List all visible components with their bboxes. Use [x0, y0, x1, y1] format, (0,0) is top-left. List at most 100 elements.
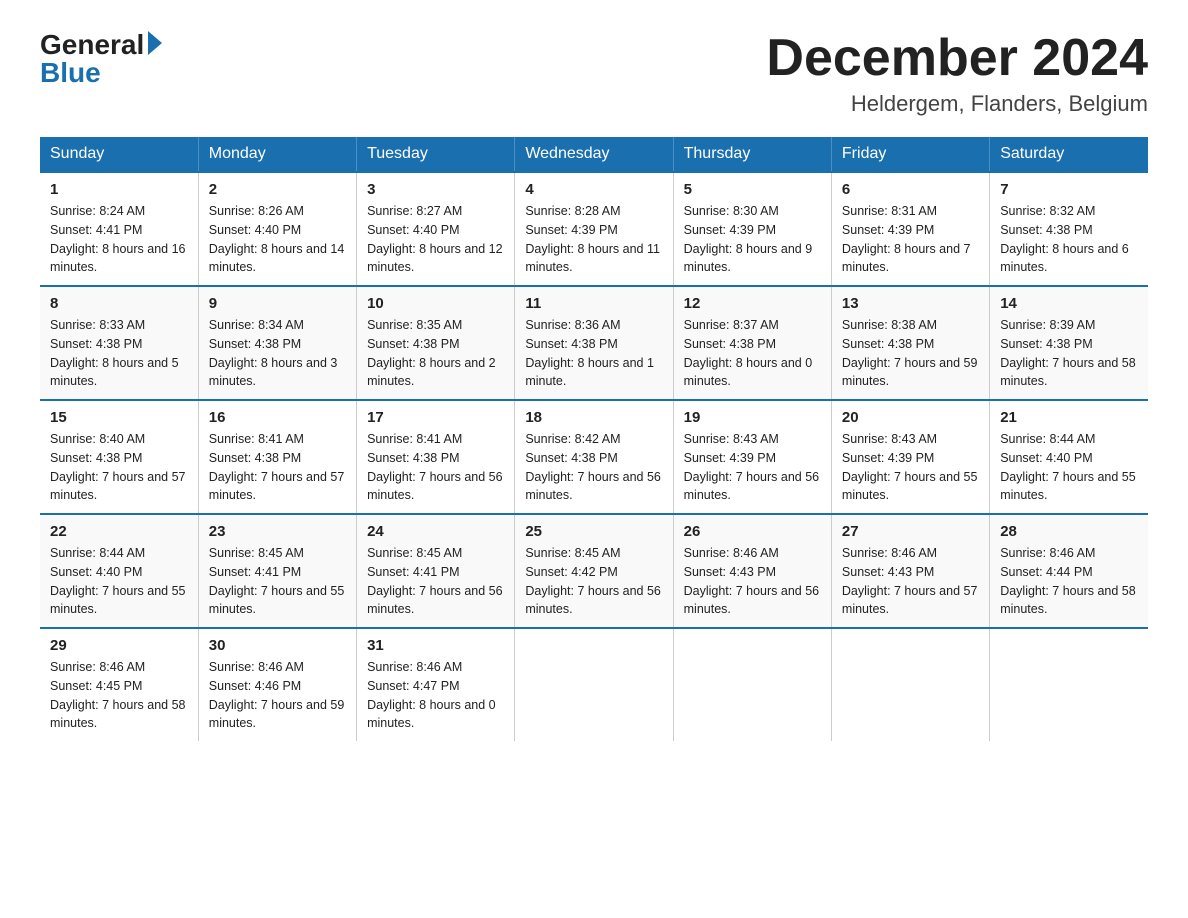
daylight-label: Daylight: 8 hours and 9 minutes. [684, 242, 813, 275]
calendar-table: Sunday Monday Tuesday Wednesday Thursday… [40, 137, 1148, 741]
day-number: 14 [1000, 295, 1138, 312]
day-info: Sunrise: 8:43 AM Sunset: 4:39 PM Dayligh… [842, 430, 979, 505]
day-number: 10 [367, 295, 504, 312]
day-info: Sunrise: 8:32 AM Sunset: 4:38 PM Dayligh… [1000, 202, 1138, 277]
sunset-label: Sunset: 4:45 PM [50, 679, 142, 693]
day-number: 21 [1000, 409, 1138, 426]
header-saturday: Saturday [990, 137, 1148, 172]
day-number: 9 [209, 295, 346, 312]
calendar-day-cell: 3 Sunrise: 8:27 AM Sunset: 4:40 PM Dayli… [357, 172, 515, 286]
calendar-day-cell: 16 Sunrise: 8:41 AM Sunset: 4:38 PM Dayl… [198, 400, 356, 514]
sunrise-label: Sunrise: 8:45 AM [209, 546, 304, 560]
daylight-label: Daylight: 7 hours and 55 minutes. [1000, 470, 1136, 503]
daylight-label: Daylight: 7 hours and 55 minutes. [209, 584, 345, 617]
sunset-label: Sunset: 4:46 PM [209, 679, 301, 693]
sunset-label: Sunset: 4:38 PM [209, 451, 301, 465]
sunrise-label: Sunrise: 8:43 AM [684, 432, 779, 446]
sunset-label: Sunset: 4:39 PM [842, 223, 934, 237]
calendar-day-cell: 6 Sunrise: 8:31 AM Sunset: 4:39 PM Dayli… [831, 172, 989, 286]
sunset-label: Sunset: 4:43 PM [842, 565, 934, 579]
logo-arrow-icon [148, 31, 162, 55]
day-number: 18 [525, 409, 662, 426]
day-info: Sunrise: 8:46 AM Sunset: 4:43 PM Dayligh… [842, 544, 979, 619]
sunrise-label: Sunrise: 8:46 AM [367, 660, 462, 674]
daylight-label: Daylight: 7 hours and 56 minutes. [684, 584, 820, 617]
sunrise-label: Sunrise: 8:45 AM [525, 546, 620, 560]
day-info: Sunrise: 8:33 AM Sunset: 4:38 PM Dayligh… [50, 316, 188, 391]
logo: General Blue [40, 30, 162, 89]
day-info: Sunrise: 8:31 AM Sunset: 4:39 PM Dayligh… [842, 202, 979, 277]
sunset-label: Sunset: 4:41 PM [367, 565, 459, 579]
calendar-day-cell: 15 Sunrise: 8:40 AM Sunset: 4:38 PM Dayl… [40, 400, 198, 514]
calendar-day-cell: 12 Sunrise: 8:37 AM Sunset: 4:38 PM Dayl… [673, 286, 831, 400]
calendar-day-cell: 2 Sunrise: 8:26 AM Sunset: 4:40 PM Dayli… [198, 172, 356, 286]
day-info: Sunrise: 8:46 AM Sunset: 4:43 PM Dayligh… [684, 544, 821, 619]
day-number: 12 [684, 295, 821, 312]
day-info: Sunrise: 8:46 AM Sunset: 4:45 PM Dayligh… [50, 658, 188, 733]
sunrise-label: Sunrise: 8:41 AM [209, 432, 304, 446]
day-number: 13 [842, 295, 979, 312]
calendar-day-cell: 30 Sunrise: 8:46 AM Sunset: 4:46 PM Dayl… [198, 628, 356, 741]
calendar-day-cell: 21 Sunrise: 8:44 AM Sunset: 4:40 PM Dayl… [990, 400, 1148, 514]
sunrise-label: Sunrise: 8:36 AM [525, 318, 620, 332]
daylight-label: Daylight: 7 hours and 59 minutes. [209, 698, 345, 731]
sunset-label: Sunset: 4:39 PM [525, 223, 617, 237]
sunset-label: Sunset: 4:38 PM [50, 337, 142, 351]
calendar-day-cell: 1 Sunrise: 8:24 AM Sunset: 4:41 PM Dayli… [40, 172, 198, 286]
day-info: Sunrise: 8:46 AM Sunset: 4:44 PM Dayligh… [1000, 544, 1138, 619]
calendar-day-cell: 29 Sunrise: 8:46 AM Sunset: 4:45 PM Dayl… [40, 628, 198, 741]
day-number: 29 [50, 637, 188, 654]
calendar-day-cell: 22 Sunrise: 8:44 AM Sunset: 4:40 PM Dayl… [40, 514, 198, 628]
day-info: Sunrise: 8:46 AM Sunset: 4:47 PM Dayligh… [367, 658, 504, 733]
daylight-label: Daylight: 7 hours and 55 minutes. [50, 584, 186, 617]
daylight-label: Daylight: 8 hours and 7 minutes. [842, 242, 971, 275]
day-info: Sunrise: 8:39 AM Sunset: 4:38 PM Dayligh… [1000, 316, 1138, 391]
calendar-day-cell [515, 628, 673, 741]
sunset-label: Sunset: 4:39 PM [684, 223, 776, 237]
daylight-label: Daylight: 8 hours and 16 minutes. [50, 242, 186, 275]
day-number: 30 [209, 637, 346, 654]
daylight-label: Daylight: 7 hours and 59 minutes. [842, 356, 978, 389]
sunrise-label: Sunrise: 8:46 AM [209, 660, 304, 674]
sunset-label: Sunset: 4:44 PM [1000, 565, 1092, 579]
day-number: 24 [367, 523, 504, 540]
day-number: 4 [525, 181, 662, 198]
calendar-day-cell: 17 Sunrise: 8:41 AM Sunset: 4:38 PM Dayl… [357, 400, 515, 514]
sunrise-label: Sunrise: 8:30 AM [684, 204, 779, 218]
day-number: 11 [525, 295, 662, 312]
sunset-label: Sunset: 4:38 PM [684, 337, 776, 351]
day-info: Sunrise: 8:36 AM Sunset: 4:38 PM Dayligh… [525, 316, 662, 391]
calendar-day-cell [673, 628, 831, 741]
day-number: 16 [209, 409, 346, 426]
calendar-day-cell: 4 Sunrise: 8:28 AM Sunset: 4:39 PM Dayli… [515, 172, 673, 286]
header-sunday: Sunday [40, 137, 198, 172]
day-info: Sunrise: 8:43 AM Sunset: 4:39 PM Dayligh… [684, 430, 821, 505]
daylight-label: Daylight: 7 hours and 57 minutes. [842, 584, 978, 617]
sunset-label: Sunset: 4:38 PM [525, 337, 617, 351]
daylight-label: Daylight: 7 hours and 57 minutes. [50, 470, 186, 503]
day-info: Sunrise: 8:46 AM Sunset: 4:46 PM Dayligh… [209, 658, 346, 733]
sunset-label: Sunset: 4:47 PM [367, 679, 459, 693]
sunrise-label: Sunrise: 8:43 AM [842, 432, 937, 446]
sunset-label: Sunset: 4:40 PM [50, 565, 142, 579]
sunset-label: Sunset: 4:42 PM [525, 565, 617, 579]
sunset-label: Sunset: 4:41 PM [209, 565, 301, 579]
sunrise-label: Sunrise: 8:31 AM [842, 204, 937, 218]
sunrise-label: Sunrise: 8:26 AM [209, 204, 304, 218]
calendar-day-cell: 31 Sunrise: 8:46 AM Sunset: 4:47 PM Dayl… [357, 628, 515, 741]
day-info: Sunrise: 8:24 AM Sunset: 4:41 PM Dayligh… [50, 202, 188, 277]
sunset-label: Sunset: 4:40 PM [1000, 451, 1092, 465]
day-number: 28 [1000, 523, 1138, 540]
calendar-day-cell: 7 Sunrise: 8:32 AM Sunset: 4:38 PM Dayli… [990, 172, 1148, 286]
day-number: 20 [842, 409, 979, 426]
calendar-week-row: 29 Sunrise: 8:46 AM Sunset: 4:45 PM Dayl… [40, 628, 1148, 741]
title-block: December 2024 Heldergem, Flanders, Belgi… [766, 30, 1148, 117]
calendar-day-cell [990, 628, 1148, 741]
sunrise-label: Sunrise: 8:46 AM [684, 546, 779, 560]
calendar-header-row: Sunday Monday Tuesday Wednesday Thursday… [40, 137, 1148, 172]
calendar-day-cell: 11 Sunrise: 8:36 AM Sunset: 4:38 PM Dayl… [515, 286, 673, 400]
sunrise-label: Sunrise: 8:37 AM [684, 318, 779, 332]
calendar-week-row: 15 Sunrise: 8:40 AM Sunset: 4:38 PM Dayl… [40, 400, 1148, 514]
day-info: Sunrise: 8:42 AM Sunset: 4:38 PM Dayligh… [525, 430, 662, 505]
daylight-label: Daylight: 7 hours and 57 minutes. [209, 470, 345, 503]
